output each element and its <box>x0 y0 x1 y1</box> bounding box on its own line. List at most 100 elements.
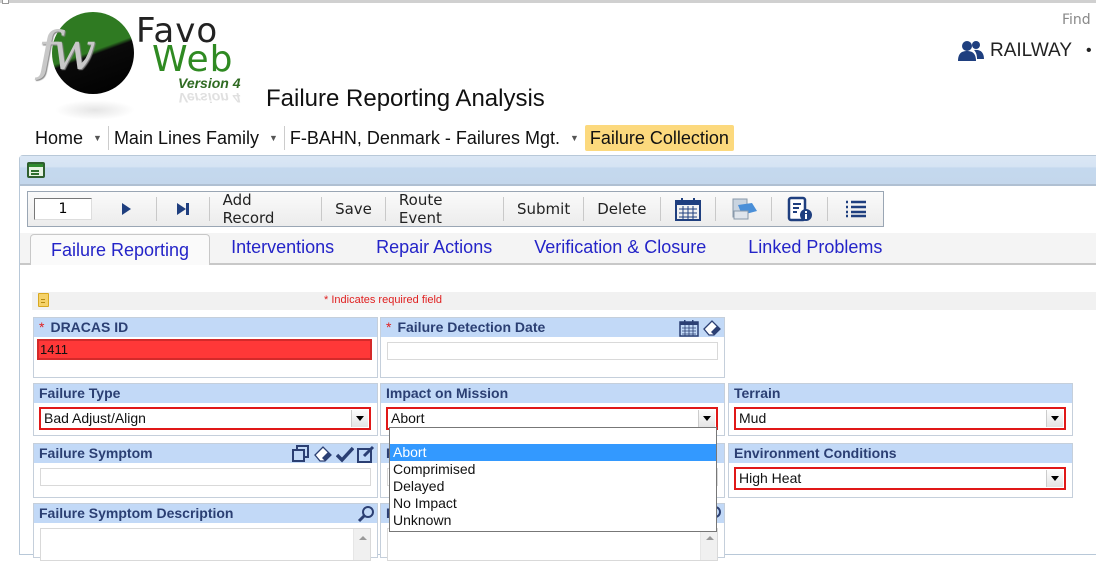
breadcrumb: Home ▼ Main Lines Family ▼ F-BAHN, Denma… <box>30 124 734 152</box>
field-failure-symptom: Failure Symptom <box>33 443 378 498</box>
breadcrumb-failure-collection[interactable]: Failure Collection <box>584 125 734 151</box>
chevron-down-icon[interactable] <box>1046 470 1063 487</box>
tab-interventions[interactable]: Interventions <box>210 232 355 263</box>
user-menu[interactable]: RAILWAY • <box>958 40 1092 62</box>
field-label: Failure Symptom <box>39 445 153 461</box>
dracas-id-input[interactable]: 1411 <box>37 339 372 360</box>
logo-name-web: Web <box>152 39 234 80</box>
edit-icon[interactable] <box>357 445 375 463</box>
caret-down-icon[interactable]: ▼ <box>570 133 579 143</box>
select-value: Mud <box>739 410 767 426</box>
tab-verification-closure[interactable]: Verification & Closure <box>513 232 727 263</box>
dropdown-option[interactable]: No Impact <box>390 495 716 512</box>
logo-monogram: fw <box>38 22 96 82</box>
required-marker: * <box>386 319 392 335</box>
chevron-down-icon[interactable] <box>351 410 368 427</box>
field-failure-detection-date: * Failure Detection Date <box>380 317 725 378</box>
chevron-down-icon[interactable] <box>698 410 715 427</box>
failure-symptom-description-textarea[interactable] <box>40 528 371 561</box>
window-titlebar <box>20 156 1096 186</box>
add-record-button[interactable]: Add Record <box>210 191 321 227</box>
terrain-select[interactable]: Mud <box>734 407 1066 430</box>
checkmark-icon[interactable] <box>336 445 354 463</box>
list-icon <box>845 200 866 218</box>
field-header: Failure Symptom <box>34 444 377 463</box>
impact-on-mission-dropdown: Abort Comprimised Delayed No Impact Unkn… <box>389 427 717 532</box>
save-button[interactable]: Save <box>322 192 385 226</box>
breadcrumb-failures-mgt[interactable]: F-BAHN, Denmark - Failures Mgt. ▼ <box>285 125 585 151</box>
failure-detection-date-input[interactable] <box>387 342 718 360</box>
tab-repair-actions[interactable]: Repair Actions <box>355 232 513 263</box>
breadcrumb-label: Home <box>35 127 84 148</box>
field-header-icons <box>357 504 375 523</box>
failure-type-select[interactable]: Bad Adjust/Align <box>39 407 371 430</box>
print-button[interactable] <box>716 192 771 226</box>
scrollbar[interactable] <box>700 529 717 560</box>
hidden-field-textarea[interactable] <box>387 528 718 561</box>
window-corner-icon <box>2 0 9 4</box>
dropdown-option[interactable]: Delayed <box>390 478 716 495</box>
calendar-icon <box>674 198 701 221</box>
environment-conditions-select[interactable]: High Heat <box>734 467 1066 490</box>
dropdown-option[interactable]: Comprimised <box>390 461 716 478</box>
field-label: Environment Conditions <box>734 445 897 461</box>
user-name: RAILWAY <box>990 40 1072 61</box>
field-header: * DRACAS ID <box>34 318 377 337</box>
document-info-button[interactable] <box>772 192 827 226</box>
field-failure-type: Failure Type Bad Adjust/Align <box>33 383 378 436</box>
caret-down-icon[interactable]: ▼ <box>93 133 102 143</box>
calendar-button[interactable] <box>661 192 716 226</box>
find-link[interactable]: Find <box>1062 12 1091 28</box>
eraser-icon[interactable] <box>313 445 333 463</box>
submit-button[interactable]: Submit <box>504 192 583 226</box>
logo-version-reflection: Version 4 <box>178 90 241 106</box>
field-failure-symptom-description: Failure Symptom Description <box>33 503 378 561</box>
last-record-button[interactable] <box>157 192 209 226</box>
eraser-icon[interactable] <box>702 319 722 337</box>
tab-failure-reporting[interactable]: Failure Reporting <box>30 234 211 265</box>
copy-icon[interactable] <box>292 444 310 463</box>
field-label: Failure Symptom Description <box>39 505 234 521</box>
field-label: Failure Detection Date <box>397 319 546 335</box>
user-menu-more[interactable]: • <box>1086 42 1092 60</box>
field-header: Failure Symptom Description <box>34 504 377 523</box>
field-environment-conditions: Environment Conditions High Heat <box>728 443 1073 498</box>
calendar-icon[interactable] <box>679 319 699 337</box>
breadcrumb-main-lines-family[interactable]: Main Lines Family ▼ <box>109 125 284 151</box>
logo-reflection <box>55 100 135 120</box>
delete-button[interactable]: Delete <box>584 192 659 226</box>
next-record-button[interactable] <box>96 192 156 226</box>
breadcrumb-label: Failure Collection <box>589 127 729 148</box>
failure-symptom-input[interactable] <box>40 468 371 486</box>
record-toolbar: 1 Add Record Save Route Event Submit Del… <box>27 191 884 227</box>
dropdown-option[interactable]: Abort <box>390 444 716 461</box>
field-label: DRACAS ID <box>50 319 129 335</box>
breadcrumb-home[interactable]: Home ▼ <box>30 125 108 151</box>
form-window-icon <box>27 162 45 178</box>
field-label: Terrain <box>734 385 781 401</box>
dropdown-option[interactable]: Unknown <box>390 512 716 529</box>
search-icon[interactable] <box>357 505 375 523</box>
record-number-input[interactable]: 1 <box>34 198 92 220</box>
scrollbar[interactable] <box>353 529 370 560</box>
breadcrumb-label: F-BAHN, Denmark - Failures Mgt. <box>289 127 560 148</box>
caret-down-icon[interactable]: ▼ <box>269 133 278 143</box>
select-value: Bad Adjust/Align <box>44 410 146 426</box>
route-event-button[interactable]: Route Event <box>386 191 503 227</box>
field-dracas-id: * DRACAS ID 1411 <box>33 317 378 378</box>
users-icon <box>958 41 984 61</box>
breadcrumb-label: Main Lines Family <box>113 127 259 148</box>
required-field-bar: * Indicates required field <box>32 292 1096 310</box>
logo-version: Version 4 <box>178 75 241 91</box>
field-header: Environment Conditions <box>729 444 1072 463</box>
chevron-down-icon[interactable] <box>1046 410 1063 427</box>
dropdown-blank-option[interactable] <box>390 428 716 444</box>
list-button[interactable] <box>828 192 883 226</box>
favoweb-logo: fw Favo Web Version 4 Version 4 <box>30 12 260 120</box>
field-header-icons <box>292 444 375 463</box>
print-icon <box>732 198 757 220</box>
field-header: * Failure Detection Date <box>381 318 724 337</box>
tab-linked-problems[interactable]: Linked Problems <box>727 232 903 263</box>
required-marker: * <box>39 319 45 335</box>
field-terrain: Terrain Mud <box>728 383 1073 436</box>
